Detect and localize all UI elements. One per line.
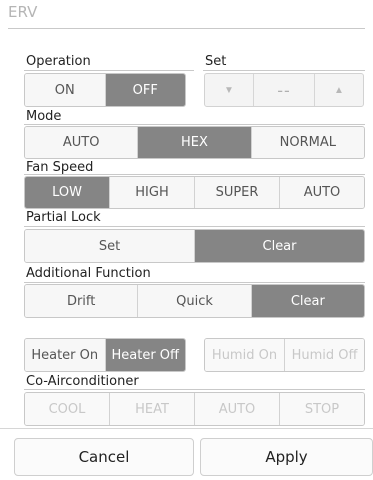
apply-button[interactable]: Apply bbox=[200, 438, 373, 476]
mode-label: Mode bbox=[26, 109, 62, 124]
dialog-footer: Cancel Apply bbox=[0, 428, 373, 480]
quick-button[interactable]: Quick bbox=[137, 285, 251, 317]
mode-normal-button[interactable]: NORMAL bbox=[250, 127, 364, 158]
erv-dialog: ERV Operation ON OFF Set ▼ -- ▲ Mode AUT… bbox=[0, 0, 373, 480]
dialog-title: ERV bbox=[8, 3, 38, 21]
co-heat-button[interactable]: HEAT bbox=[109, 393, 194, 425]
fan-speed-label: Fan Speed bbox=[26, 160, 94, 175]
drift-button[interactable]: Drift bbox=[25, 285, 138, 317]
humid-on-button[interactable]: Humid On bbox=[205, 339, 284, 371]
operation-off-button[interactable]: OFF bbox=[104, 74, 185, 106]
heater-toggle: Heater On Heater Off bbox=[24, 338, 186, 372]
set-label: Set bbox=[205, 54, 227, 69]
humid-off-button[interactable]: Humid Off bbox=[284, 339, 364, 371]
mode-divider bbox=[24, 124, 365, 125]
fan-low-button[interactable]: LOW bbox=[25, 177, 109, 208]
co-airconditioner-divider bbox=[24, 389, 365, 390]
partial-lock-divider bbox=[24, 226, 365, 227]
set-stepper: ▼ -- ▲ bbox=[204, 73, 364, 107]
mode-auto-button[interactable]: AUTO bbox=[25, 127, 138, 158]
triangle-up-icon: ▲ bbox=[334, 84, 344, 96]
fan-high-button[interactable]: HIGH bbox=[109, 177, 194, 208]
partial-lock-label: Partial Lock bbox=[26, 210, 101, 225]
mode-selector: AUTO HEX NORMAL bbox=[24, 126, 365, 159]
co-cool-button[interactable]: COOL bbox=[25, 393, 109, 425]
partial-lock-set-button[interactable]: Set bbox=[25, 230, 194, 262]
fan-speed-divider bbox=[24, 174, 365, 175]
co-auto-button[interactable]: AUTO bbox=[194, 393, 279, 425]
fan-super-button[interactable]: SUPER bbox=[194, 177, 279, 208]
set-decrease-button[interactable]: ▼ bbox=[205, 74, 253, 106]
set-divider bbox=[203, 70, 365, 71]
fan-speed-selector: LOW HIGH SUPER AUTO bbox=[24, 176, 365, 209]
additional-function-divider bbox=[24, 282, 365, 283]
additional-function-selector: Drift Quick Clear bbox=[24, 284, 365, 318]
heater-off-button[interactable]: Heater Off bbox=[104, 339, 185, 371]
operation-label: Operation bbox=[26, 54, 91, 69]
operation-toggle: ON OFF bbox=[24, 73, 186, 107]
co-airconditioner-selector: COOL HEAT AUTO STOP bbox=[24, 392, 365, 426]
co-stop-button[interactable]: STOP bbox=[279, 393, 364, 425]
operation-on-button[interactable]: ON bbox=[25, 74, 105, 106]
set-value: -- bbox=[253, 74, 315, 106]
co-airconditioner-label: Co-Airconditioner bbox=[26, 374, 139, 389]
mode-hex-button[interactable]: HEX bbox=[137, 127, 251, 158]
title-divider bbox=[8, 28, 365, 29]
fan-auto-button[interactable]: AUTO bbox=[279, 177, 364, 208]
cancel-button[interactable]: Cancel bbox=[14, 438, 194, 476]
partial-lock-clear-button[interactable]: Clear bbox=[194, 230, 364, 262]
additional-function-label: Additional Function bbox=[26, 266, 151, 281]
operation-divider bbox=[24, 70, 194, 71]
partial-lock-selector: Set Clear bbox=[24, 229, 365, 263]
additional-clear-button[interactable]: Clear bbox=[250, 285, 364, 317]
triangle-down-icon: ▼ bbox=[224, 84, 234, 96]
humid-toggle: Humid On Humid Off bbox=[204, 338, 365, 372]
heater-on-button[interactable]: Heater On bbox=[25, 339, 105, 371]
set-increase-button[interactable]: ▲ bbox=[315, 74, 363, 106]
